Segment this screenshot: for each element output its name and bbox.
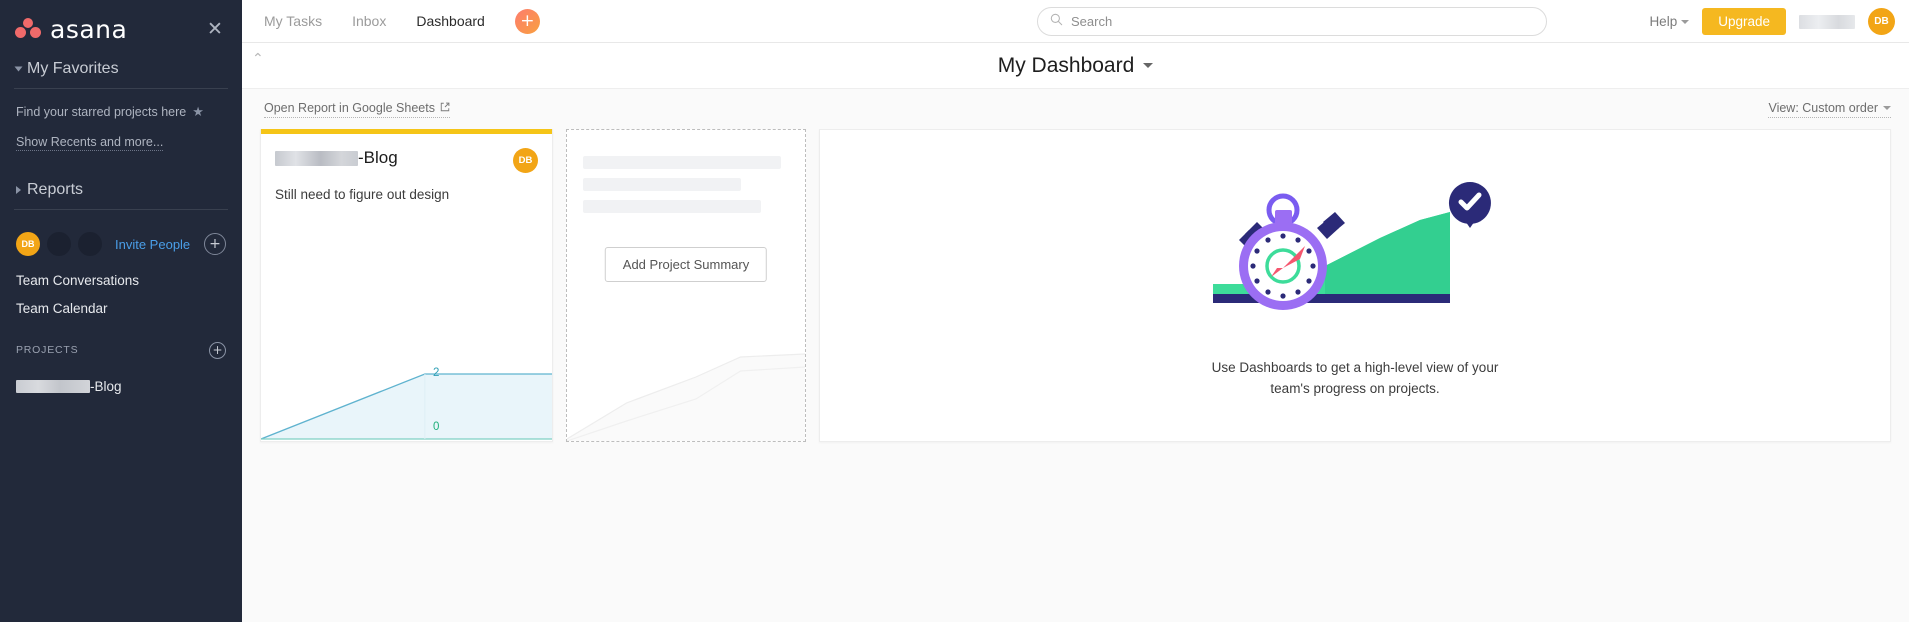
divider bbox=[14, 209, 228, 210]
dashboard-canvas: -Blog DB Still need to figure out design… bbox=[242, 129, 1909, 622]
caret-icon bbox=[14, 66, 23, 72]
divider bbox=[14, 88, 228, 89]
favorites-hint: Find your starred projects here ★ bbox=[0, 103, 242, 121]
redacted-project-name bbox=[16, 379, 90, 393]
project-name-suffix: -Blog bbox=[90, 378, 122, 394]
favorites-hint-label: Find your starred projects here bbox=[16, 105, 187, 119]
skeleton-line bbox=[583, 200, 761, 213]
card-header: -Blog DB bbox=[261, 134, 552, 173]
reports-title: Reports bbox=[27, 181, 84, 198]
sidebar-section-favorites[interactable]: My Favorites bbox=[0, 56, 242, 82]
dashboard-toolbar: Open Report in Google Sheets View: Custo… bbox=[242, 89, 1909, 129]
avatar[interactable]: DB bbox=[16, 232, 40, 256]
avatar-placeholder[interactable] bbox=[47, 232, 71, 256]
search-placeholder: Search bbox=[1071, 14, 1113, 29]
chart-label-bottom: 0 bbox=[433, 421, 440, 433]
asana-wordmark: asana bbox=[50, 14, 128, 44]
promo-caption: Use Dashboards to get a high-level view … bbox=[1211, 359, 1499, 396]
app-root: asana ✕ My Favorites Find your starred p… bbox=[0, 0, 1909, 622]
plus-circle-icon[interactable]: + bbox=[204, 233, 226, 255]
chevron-down-icon bbox=[1681, 19, 1690, 24]
open-report-google-sheets-link[interactable]: Open Report in Google Sheets bbox=[264, 101, 450, 118]
add-project-placeholder-card[interactable]: Add Project Summary bbox=[566, 129, 806, 442]
close-icon[interactable]: ✕ bbox=[204, 18, 226, 40]
chevrons-up-icon[interactable]: ⌃ bbox=[252, 52, 265, 66]
add-project-icon[interactable]: + bbox=[209, 341, 226, 359]
add-project-summary-button[interactable]: Add Project Summary bbox=[604, 247, 768, 282]
stopwatch-growth-chart-illustration bbox=[1213, 181, 1491, 310]
chevron-down-icon[interactable] bbox=[1143, 63, 1154, 68]
placeholder-ghost-chart bbox=[567, 353, 805, 441]
page-title: My Dashboard bbox=[997, 53, 1135, 77]
view-order-selector[interactable]: View: Custom order bbox=[1768, 101, 1891, 118]
cards-row: -Blog DB Still need to figure out design… bbox=[260, 129, 1891, 442]
team-members-row: DB Invite People + bbox=[0, 230, 242, 258]
main-area: My Tasks Inbox Dashboard + Search Help U… bbox=[242, 0, 1909, 622]
external-link-icon bbox=[440, 101, 450, 115]
projects-label: PROJECTS bbox=[16, 344, 79, 356]
sidebar-brand-row: asana ✕ bbox=[0, 0, 242, 44]
dashboard-promo-panel: Use Dashboards to get a high-level view … bbox=[819, 129, 1891, 442]
page-title-bar: My Dashboard bbox=[242, 43, 1909, 89]
search-input[interactable]: Search bbox=[1037, 7, 1547, 36]
top-navigation-bar: My Tasks Inbox Dashboard + Search Help U… bbox=[242, 0, 1909, 43]
header-actions: Help Upgrade DB bbox=[1649, 0, 1895, 43]
sidebar-item-label: Team Conversations bbox=[16, 272, 140, 288]
project-progress-chart bbox=[261, 373, 552, 440]
skeleton-line bbox=[583, 178, 741, 191]
redacted-user-name bbox=[1799, 14, 1855, 29]
sidebar-item-team-conversations[interactable]: Team Conversations bbox=[0, 266, 242, 294]
sidebar-item-project-blog[interactable]: -Blog bbox=[0, 372, 242, 400]
favorites-title: My Favorites bbox=[27, 60, 119, 77]
caret-icon bbox=[16, 186, 21, 194]
sidebar: asana ✕ My Favorites Find your starred p… bbox=[0, 0, 242, 622]
show-recents-link[interactable]: Show Recents and more... bbox=[16, 135, 164, 151]
help-menu[interactable]: Help bbox=[1649, 14, 1690, 29]
sidebar-section-reports[interactable]: Reports bbox=[0, 177, 242, 203]
redacted-project-name bbox=[275, 150, 358, 166]
search-container: Search bbox=[1037, 7, 1547, 36]
avatar[interactable]: DB bbox=[1868, 8, 1895, 35]
card-title-suffix: -Blog bbox=[358, 148, 398, 167]
quick-add-button[interactable]: + bbox=[514, 8, 540, 34]
asana-logo-icon bbox=[14, 18, 42, 40]
asana-logo[interactable]: asana bbox=[14, 15, 127, 44]
sidebar-item-label: Team Calendar bbox=[16, 300, 108, 316]
card-title: -Blog bbox=[275, 148, 398, 168]
help-label: Help bbox=[1649, 14, 1678, 29]
avatar[interactable]: DB bbox=[513, 148, 538, 173]
view-order-label: View: Custom order bbox=[1768, 100, 1878, 115]
tab-dashboard[interactable]: Dashboard bbox=[416, 0, 485, 43]
star-icon: ★ bbox=[192, 104, 204, 119]
invite-people-link[interactable]: Invite People bbox=[115, 237, 190, 252]
upgrade-button[interactable]: Upgrade bbox=[1702, 8, 1786, 35]
chart-label-top: 2 bbox=[433, 367, 440, 379]
project-card[interactable]: -Blog DB Still need to figure out design… bbox=[260, 129, 553, 442]
projects-header: PROJECTS + bbox=[0, 338, 242, 362]
skeleton-line bbox=[583, 156, 781, 169]
avatar-placeholder[interactable] bbox=[78, 232, 102, 256]
chevron-down-icon bbox=[1883, 105, 1891, 110]
tab-inbox[interactable]: Inbox bbox=[352, 0, 386, 43]
search-icon bbox=[1050, 13, 1063, 31]
sidebar-item-team-calendar[interactable]: Team Calendar bbox=[0, 294, 242, 322]
card-status-text: Still need to figure out design bbox=[275, 187, 450, 202]
sheets-link-label: Open Report in Google Sheets bbox=[264, 100, 435, 115]
tab-my-tasks[interactable]: My Tasks bbox=[264, 0, 322, 43]
